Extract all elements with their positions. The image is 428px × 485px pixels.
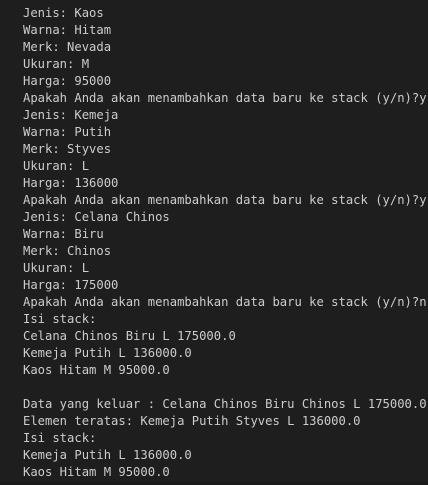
terminal-line: Merk: Styves (23, 142, 112, 156)
terminal-line: Merk: Nevada (23, 40, 112, 54)
terminal-line: Jenis: Kaos (23, 6, 104, 20)
terminal-line: Data yang keluar : Celana Chinos Biru Ch… (23, 397, 427, 411)
terminal-line: Warna: Hitam (23, 23, 112, 37)
terminal-line: Kaos Hitam M 95000.0 (23, 363, 170, 377)
terminal-line: Jenis: Celana Chinos (23, 210, 170, 224)
terminal-line: Elemen teratas: Kemeja Putih Styves L 13… (23, 414, 361, 428)
terminal-line: Kemeja Putih L 136000.0 (23, 346, 192, 360)
terminal-line: Apakah Anda akan menambahkan data baru k… (23, 295, 427, 309)
terminal-line: Ukuran: M (23, 57, 90, 71)
terminal-line: Warna: Biru (23, 227, 104, 241)
terminal-output[interactable]: Jenis: Kaos Warna: Hitam Merk: Nevada Uk… (0, 0, 428, 485)
terminal-line: Apakah Anda akan menambahkan data baru k… (23, 91, 427, 105)
terminal-scrollbar[interactable] (420, 0, 428, 485)
terminal-line: Ukuran: L (23, 261, 90, 275)
terminal-line: Kaos Hitam M 95000.0 (23, 465, 170, 479)
terminal-line: Ukuran: L (23, 159, 90, 173)
terminal-line: Apakah Anda akan menambahkan data baru k… (23, 193, 427, 207)
terminal-line: Merk: Chinos (23, 244, 112, 258)
terminal-line: Kemeja Putih L 136000.0 (23, 448, 192, 462)
terminal-line: Harga: 175000 (23, 278, 119, 292)
terminal-line: Jenis: Kemeja (23, 108, 119, 122)
terminal-line: Isi stack: (23, 431, 97, 445)
terminal-line: Celana Chinos Biru L 175000.0 (23, 329, 236, 343)
terminal-line: Harga: 95000 (23, 74, 112, 88)
terminal-line: Warna: Putih (23, 125, 112, 139)
terminal-lines: Jenis: Kaos Warna: Hitam Merk: Nevada Uk… (23, 5, 428, 481)
terminal-line: Harga: 136000 (23, 176, 119, 190)
terminal-line: Isi stack: (23, 312, 97, 326)
